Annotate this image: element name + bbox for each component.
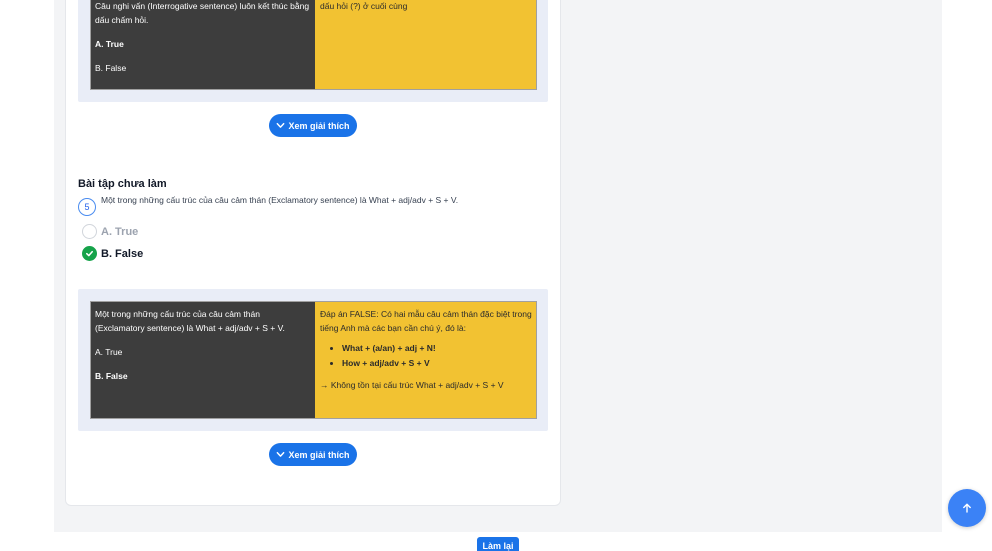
question-number-badge: 5 [78,198,96,216]
explanation-answer-side: Đáp án FALSE: Có hai mẫu câu cảm thán đặ… [315,302,536,418]
answer-option-b-label: B. False [101,247,144,260]
radio-unselected-icon [82,224,97,239]
explanation-panel-q5: Một trong những cấu trúc của câu cảm thá… [78,289,548,431]
explanation-answer-side: dấu hỏi (?) ở cuối cùng [315,0,536,89]
view-explanation-button[interactable]: Xem giải thích [269,114,357,137]
explanation-option-a: A. True [95,347,123,357]
arrow-up-icon [963,503,971,513]
explanation-option-b: B. False [95,63,127,73]
structure-list: What + (a/an) + adj + N! How + adj/adv +… [342,341,532,370]
view-explanation-label: Xem giải thích [288,120,350,131]
answer-option-a[interactable]: A. True [82,224,138,239]
explanation-question-text: Một trong những cấu trúc của câu cảm thá… [95,309,285,333]
explanation-conclusion: → Không tồn tại cấu trúc What + adj/adv … [320,380,504,390]
explanation-question-side: Một trong những cấu trúc của câu cảm thá… [91,302,315,418]
explanation-answer-text: dấu hỏi (?) ở cuối cùng [320,1,408,11]
right-gutter [942,0,992,532]
chevron-down-icon [277,122,285,128]
section-title: Bài tập chưa làm [78,178,167,190]
structure-item: What + (a/an) + adj + N! [342,341,532,355]
explanation-option-a: A. True [95,39,124,49]
explanation-question-text: Câu nghi vấn (Interrogative sentence) lu… [95,1,310,25]
view-explanation-button[interactable]: Xem giải thích [269,443,357,466]
explanation-panel-q4: Câu nghi vấn (Interrogative sentence) lu… [78,0,548,102]
scroll-to-top-button[interactable] [948,489,986,527]
structure-item: How + adj/adv + S + V [342,356,532,370]
explanation-question-side: Câu nghi vấn (Interrogative sentence) lu… [91,0,315,89]
explanation-option-b: B. False [95,371,128,381]
explanation-image-q5: Một trong những cấu trúc của câu cảm thá… [90,301,537,419]
view-explanation-label: Xem giải thích [288,449,350,460]
answer-option-b[interactable]: B. False [82,246,143,261]
answer-option-a-label: A. True [101,225,139,238]
explanation-image-q4: Câu nghi vấn (Interrogative sentence) lu… [90,0,537,90]
check-circle-icon [82,246,97,261]
explanation-answer-intro: Đáp án FALSE: Có hai mẫu câu cảm thán đặ… [320,309,532,333]
question-text: Một trong những cấu trúc của câu cảm thá… [101,195,459,205]
chevron-down-icon [277,451,285,457]
retry-button[interactable]: Làm lại [477,537,519,551]
